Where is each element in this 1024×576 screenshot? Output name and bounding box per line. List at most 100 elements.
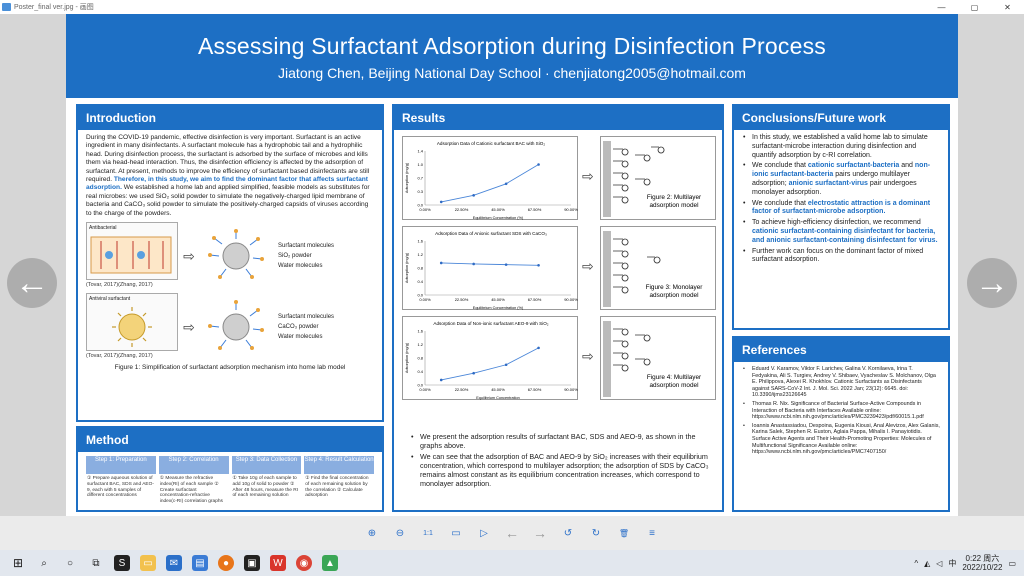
- y-tick-label: 1.6: [417, 329, 423, 334]
- label-caco3: CaCO₃ powder: [278, 324, 319, 331]
- zoom-in-button[interactable]: ⊕: [365, 528, 379, 539]
- figure4-caption: Figure 4: Multilayer adsorption model: [646, 374, 702, 389]
- step-title: Step 4: Result Calculation: [304, 456, 374, 474]
- references-list: Eduard V. Karamov, Viktor F. Larichev, G…: [742, 366, 940, 456]
- conclusion-bullet: In this study, we established a valid ho…: [742, 134, 940, 160]
- x-tick-label: 22.50%: [455, 387, 469, 392]
- method-heading: Method: [78, 428, 382, 452]
- reference-item: Ioannis Anastassiadou, Despoina, Eugenia…: [742, 423, 940, 456]
- results-panel: Results Adsorption Data of Cationic surf…: [392, 104, 724, 512]
- chart-title: Adsorption Data of Cationic surfactant B…: [437, 141, 545, 146]
- firefox-icon[interactable]: ●: [218, 555, 234, 571]
- prev-button[interactable]: ←: [505, 525, 519, 541]
- clock-time: 0:22 周六: [965, 554, 1000, 563]
- label-surfactant: Surfactant molecules: [278, 242, 335, 249]
- y-axis-label: Adsorption (mg/g): [405, 252, 409, 283]
- system-tray: ^ ◭ ◁ 中 0:22 周六 2022/10/22 ▭: [914, 554, 1024, 572]
- x-tick-label: 45.00%: [491, 387, 505, 392]
- clock[interactable]: 0:22 周六 2022/10/22: [962, 554, 1002, 572]
- x-tick-label: 22.50%: [455, 207, 469, 212]
- rotate-left-button[interactable]: ↺: [561, 528, 575, 539]
- search-icon[interactable]: ⌕: [36, 555, 52, 571]
- arrow-icon: ⇨: [183, 318, 195, 335]
- previous-image-button[interactable]: ←: [7, 258, 57, 308]
- step-body: ① Prepare aqueous solution of surfactant…: [87, 476, 154, 499]
- data-point: [472, 194, 475, 197]
- y-tick-label: 0.8: [417, 266, 423, 271]
- paint-app-icon: [2, 3, 11, 11]
- app-icon-1[interactable]: S: [114, 555, 130, 571]
- file-explorer-icon[interactable]: ▭: [140, 555, 156, 571]
- series-line: [441, 262, 539, 266]
- x-tick-label: 90.00%: [564, 387, 578, 392]
- close-button[interactable]: ✕: [991, 0, 1024, 14]
- windows-start-icon[interactable]: ⊞: [10, 555, 26, 571]
- y-axis-label: Adsorption (mg/g): [405, 342, 409, 373]
- taskbar: ⊞ ⌕ ○ ⧉ S ▭ ✉ ▤ ● ▣ W ◉ ▲ ^ ◭ ◁ 中 0:22 周…: [0, 550, 1024, 576]
- store-icon[interactable]: ▤: [192, 555, 208, 571]
- wps-icon[interactable]: W: [270, 555, 286, 571]
- delete-button[interactable]: 🗑: [617, 529, 631, 538]
- tray-chevron-icon[interactable]: ^: [914, 559, 918, 568]
- x-tick-label: 0.00%: [419, 207, 431, 212]
- next-image-button[interactable]: →: [967, 258, 1017, 308]
- ime-indicator[interactable]: 中: [948, 558, 956, 569]
- method-panel: Method Step 1: Preparation ① Prepare aqu…: [76, 426, 384, 512]
- chrome-icon[interactable]: ◉: [296, 555, 312, 571]
- notification-icon[interactable]: ▭: [1008, 559, 1016, 568]
- task-view-icon[interactable]: ⧉: [88, 555, 104, 571]
- arrow-left-icon: ←: [15, 263, 49, 302]
- media-icon[interactable]: ▣: [244, 555, 260, 571]
- sio2-model-image: [200, 227, 272, 285]
- method-step: Step 4: Result Calculation ① Find the fi…: [304, 456, 374, 507]
- next-button[interactable]: →: [533, 525, 547, 541]
- cortana-icon[interactable]: ○: [62, 555, 78, 571]
- poster-header: Assessing Surfactant Adsorption during D…: [66, 14, 958, 98]
- conclusion-bullet: We conclude that electrostatic attractio…: [742, 200, 940, 218]
- x-tick-label: 0.00%: [419, 387, 431, 392]
- y-tick-label: 1.6: [417, 239, 423, 244]
- x-axis-label: Equilibrium Concentration (%): [473, 306, 524, 310]
- data-point: [537, 163, 540, 166]
- maximize-button[interactable]: ▢: [958, 0, 991, 14]
- intro-paragraph: During the COVID-19 pandemic, effective …: [86, 134, 374, 218]
- figure2-caption: Figure 2: Multilayer adsorption model: [646, 194, 702, 209]
- data-point: [439, 200, 443, 204]
- y-tick-label: 1.2: [417, 252, 423, 257]
- introduction-panel: Introduction During the COVID-19 pandemi…: [76, 104, 384, 422]
- y-tick-label: 0.4: [417, 279, 423, 284]
- sio2-model-labels: Surfactant molecules SiO₂ powder Water m…: [278, 241, 334, 271]
- data-point: [439, 261, 443, 265]
- x-axis-label: Equilibrium Concentration (%): [473, 216, 524, 220]
- results-heading: Results: [394, 106, 722, 130]
- x-tick-label: 0.00%: [419, 297, 431, 302]
- data-point: [439, 378, 443, 382]
- caco3-model-image: [200, 298, 272, 356]
- x-axis-label: Equilibrium Concentration: [476, 396, 519, 400]
- poster-subtitle: Jiatong Chen, Beijing National Day Schoo…: [278, 65, 746, 81]
- mail-icon[interactable]: ✉: [166, 555, 182, 571]
- series-line: [441, 347, 539, 381]
- network-icon[interactable]: ◭: [924, 559, 930, 568]
- chart-title: Adsorption Data of Non-ionic surfactant …: [433, 321, 548, 326]
- figure1-caption: Figure 1: Simplification of surfactant a…: [114, 363, 346, 371]
- results-bullet: We present the adsorption results of sur…: [410, 432, 710, 450]
- open-folder-button[interactable]: ▭: [449, 528, 463, 539]
- label-sio2: SiO₂ powder: [278, 252, 312, 259]
- rotate-right-button[interactable]: ↻: [589, 528, 603, 539]
- caco3-model-labels: Surfactant molecules CaCO₃ powder Water …: [278, 312, 334, 342]
- actual-size-button[interactable]: 1:1: [421, 530, 435, 537]
- data-point: [472, 262, 475, 266]
- photos-icon[interactable]: ▲: [322, 555, 338, 571]
- y-tick-label: 0.8: [417, 356, 423, 361]
- volume-icon[interactable]: ◁: [936, 559, 942, 568]
- menu-button[interactable]: ≡: [645, 528, 659, 539]
- bacteria-diagram: [90, 236, 172, 274]
- step-body: ① Measure the refractive index(RI) of ea…: [159, 476, 223, 505]
- zoom-out-button[interactable]: ⊖: [393, 528, 407, 539]
- introduction-heading: Introduction: [78, 106, 382, 130]
- slideshow-button[interactable]: ▷: [477, 528, 491, 539]
- step-body: ① Find the final concentration of each r…: [305, 476, 369, 499]
- minimize-button[interactable]: —: [925, 0, 958, 14]
- x-tick-label: 22.50%: [455, 297, 469, 302]
